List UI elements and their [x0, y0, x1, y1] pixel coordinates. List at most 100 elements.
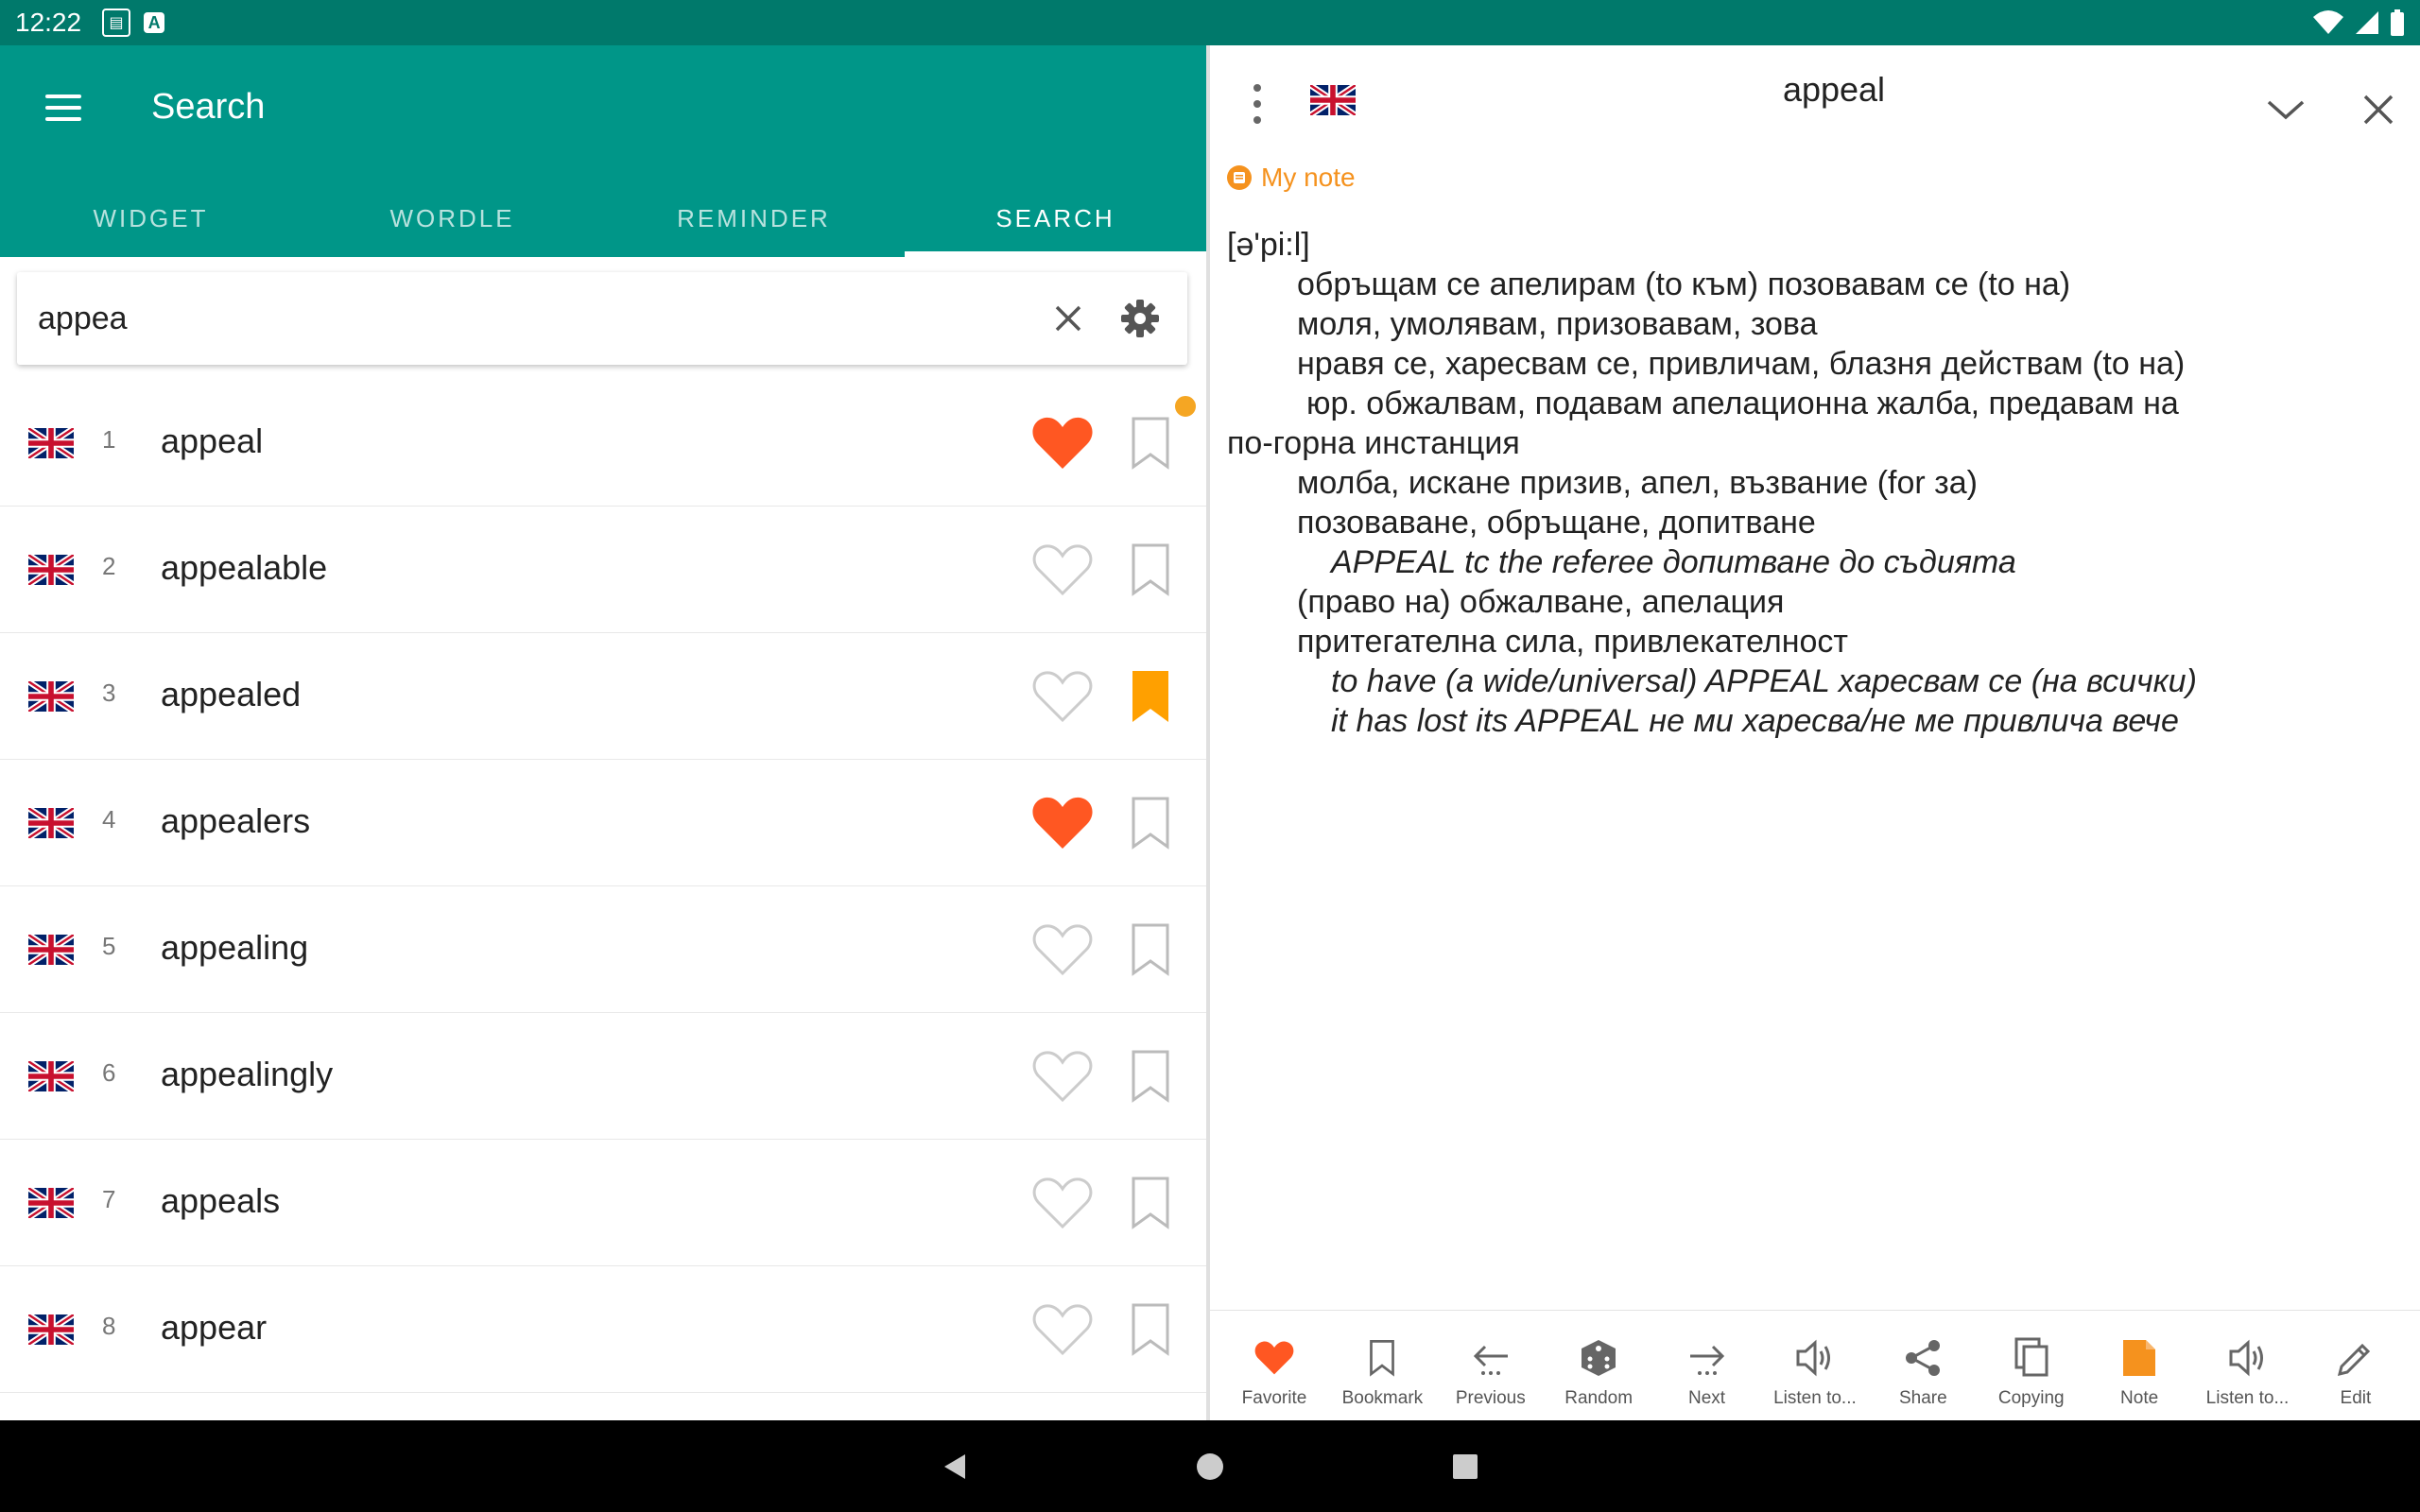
toolbar-note-button[interactable]: Note: [2086, 1311, 2192, 1420]
result-number: 4: [102, 805, 116, 833]
bookmark-icon[interactable]: [1127, 1047, 1174, 1106]
speaker-icon: [2225, 1335, 2271, 1381]
signal-icon: [2356, 11, 2378, 34]
result-number: 5: [102, 932, 116, 960]
favorite-heart-icon[interactable]: [1030, 1047, 1095, 1106]
definition-text: [ə'pi:l] обръщам се апелирам (to към) поз…: [1227, 225, 2399, 741]
favorite-heart-icon[interactable]: [1030, 1174, 1095, 1232]
home-icon[interactable]: [1182, 1438, 1238, 1495]
definition-title: appeal: [1782, 70, 1886, 109]
result-word: appealing: [161, 928, 309, 967]
uk-flag-icon: [26, 552, 76, 590]
definition-line: молба, искане призив, апел, възвание (fo…: [1297, 465, 1978, 501]
gear-icon[interactable]: [1114, 292, 1167, 345]
definition-example: to have (a wide/universal) APPEAL харесв…: [1331, 663, 2197, 699]
my-note-link[interactable]: My note: [1227, 163, 1356, 193]
definition-line: юр. обжалвам, подавам апелационна жалба,…: [1306, 386, 2179, 421]
toolbar-share-button[interactable]: Share: [1870, 1311, 1976, 1420]
result-word: appealingly: [161, 1055, 334, 1093]
hamburger-menu-icon[interactable]: [45, 85, 91, 130]
tab-reminder[interactable]: REMINDER: [603, 197, 905, 257]
chevron-down-icon[interactable]: [2259, 83, 2312, 136]
result-number: 3: [102, 679, 116, 707]
favorite-heart-icon[interactable]: [1030, 794, 1095, 852]
definition-line: притегателна сила, привлекателност: [1297, 624, 1848, 660]
uk-flag-icon: [26, 1312, 76, 1349]
definition-example: APPEAL tc the referee допитване до съдия…: [1331, 544, 2016, 580]
wifi-icon: [2313, 10, 2343, 34]
bookmark-icon[interactable]: [1127, 1174, 1174, 1232]
bookmark-icon[interactable]: [1127, 794, 1174, 852]
toolbar-label: Next: [1688, 1388, 1726, 1408]
heart-icon: [1252, 1335, 1297, 1381]
toolbar-next-button[interactable]: Next: [1654, 1311, 1760, 1420]
battery-icon: [2391, 9, 2404, 36]
search-box: appea: [17, 272, 1187, 365]
toolbar-label: Share: [1898, 1388, 1947, 1408]
result-word: appealed: [161, 675, 302, 713]
result-number: 6: [102, 1058, 116, 1087]
result-row[interactable]: 5 appealing: [0, 886, 1206, 1013]
recents-icon[interactable]: [1437, 1438, 1494, 1495]
toolbar-label: Favorite: [1241, 1388, 1307, 1408]
status-time: 12:22: [15, 8, 82, 37]
tab-widget[interactable]: WIDGET: [0, 197, 302, 257]
toolbar-random-button[interactable]: Random: [1546, 1311, 1651, 1420]
tab-wordle[interactable]: WORDLE: [302, 197, 603, 257]
toolbar-favorite-button[interactable]: Favorite: [1221, 1311, 1327, 1420]
close-icon[interactable]: [2352, 83, 2405, 136]
favorite-heart-icon[interactable]: [1030, 1300, 1095, 1359]
toolbar-label: Edit: [2340, 1388, 2372, 1408]
toolbar-previous-button[interactable]: Previous: [1438, 1311, 1544, 1420]
dice-icon: [1576, 1335, 1621, 1381]
result-row[interactable]: 1 appeal: [0, 380, 1206, 507]
tab-search[interactable]: SEARCH: [905, 197, 1206, 257]
result-row[interactable]: 8 appear: [0, 1266, 1206, 1393]
definition-line: нравя се, харесвам се, привличам, блазня…: [1297, 346, 2186, 382]
toolbar-listen-to-button[interactable]: Listen to...: [1762, 1311, 1868, 1420]
note-indicator-icon: [1172, 393, 1199, 420]
my-note-label: My note: [1261, 163, 1356, 192]
definition-line: по-горна инстанция: [1227, 425, 1520, 461]
toolbar-label: Listen to...: [1773, 1388, 1857, 1408]
tab-bar: WIDGET WORDLE REMINDER SEARCH: [0, 197, 1206, 257]
result-row[interactable]: 7 appeals: [0, 1140, 1206, 1266]
speaker-icon: [1792, 1335, 1838, 1381]
app-bar: Search WIDGET WORDLE REMINDER SEARCH: [0, 45, 1206, 257]
toolbar-label: Listen to...: [2205, 1388, 2290, 1408]
result-row[interactable]: 6 appealingly: [0, 1013, 1206, 1140]
favorite-heart-icon[interactable]: [1030, 920, 1095, 979]
bookmark-icon[interactable]: [1127, 541, 1174, 599]
toolbar-listen-to-button[interactable]: Listen to...: [2195, 1311, 2301, 1420]
favorite-heart-icon[interactable]: [1030, 541, 1095, 599]
toolbar-copying-button[interactable]: Copying: [1979, 1311, 2084, 1420]
result-number: 7: [102, 1185, 116, 1213]
back-icon[interactable]: [926, 1438, 983, 1495]
notification-a-icon: A: [144, 12, 165, 33]
definition-line: [ə'pi:l]: [1227, 227, 1310, 263]
definition-example: it has lost its APPEAL не ми харесва/не …: [1331, 703, 2179, 739]
more-options-icon[interactable]: [1248, 79, 1267, 129]
share-icon: [1900, 1335, 1945, 1381]
toolbar-edit-button[interactable]: Edit: [2303, 1311, 2409, 1420]
bookmark-icon[interactable]: [1127, 1300, 1174, 1359]
uk-flag-icon: [26, 679, 76, 716]
search-input[interactable]: appea: [38, 301, 1042, 337]
result-row[interactable]: 3 appealed: [0, 633, 1206, 760]
uk-flag-icon: [26, 932, 76, 970]
definition-line: обръщам се апелирам (to към) позовавам с…: [1297, 266, 2071, 302]
result-row[interactable]: 4 appealers: [0, 760, 1206, 886]
bookmark-icon[interactable]: [1127, 414, 1174, 472]
toolbar-label: Copying: [1997, 1388, 2065, 1408]
clear-search-icon[interactable]: [1042, 292, 1095, 345]
result-row[interactable]: 2 appealable: [0, 507, 1206, 633]
status-bar: 12:22 ▤ A: [0, 0, 2420, 45]
toolbar-bookmark-button[interactable]: Bookmark: [1329, 1311, 1435, 1420]
bookmark-icon[interactable]: [1127, 667, 1174, 726]
bookmark-icon[interactable]: [1127, 920, 1174, 979]
favorite-heart-icon[interactable]: [1030, 414, 1095, 472]
bookmark-icon: [1359, 1335, 1405, 1381]
definition-line: моля, умолявам, призовавам, зова: [1297, 306, 1818, 342]
favorite-heart-icon[interactable]: [1030, 667, 1095, 726]
note-icon: [1227, 165, 1252, 190]
